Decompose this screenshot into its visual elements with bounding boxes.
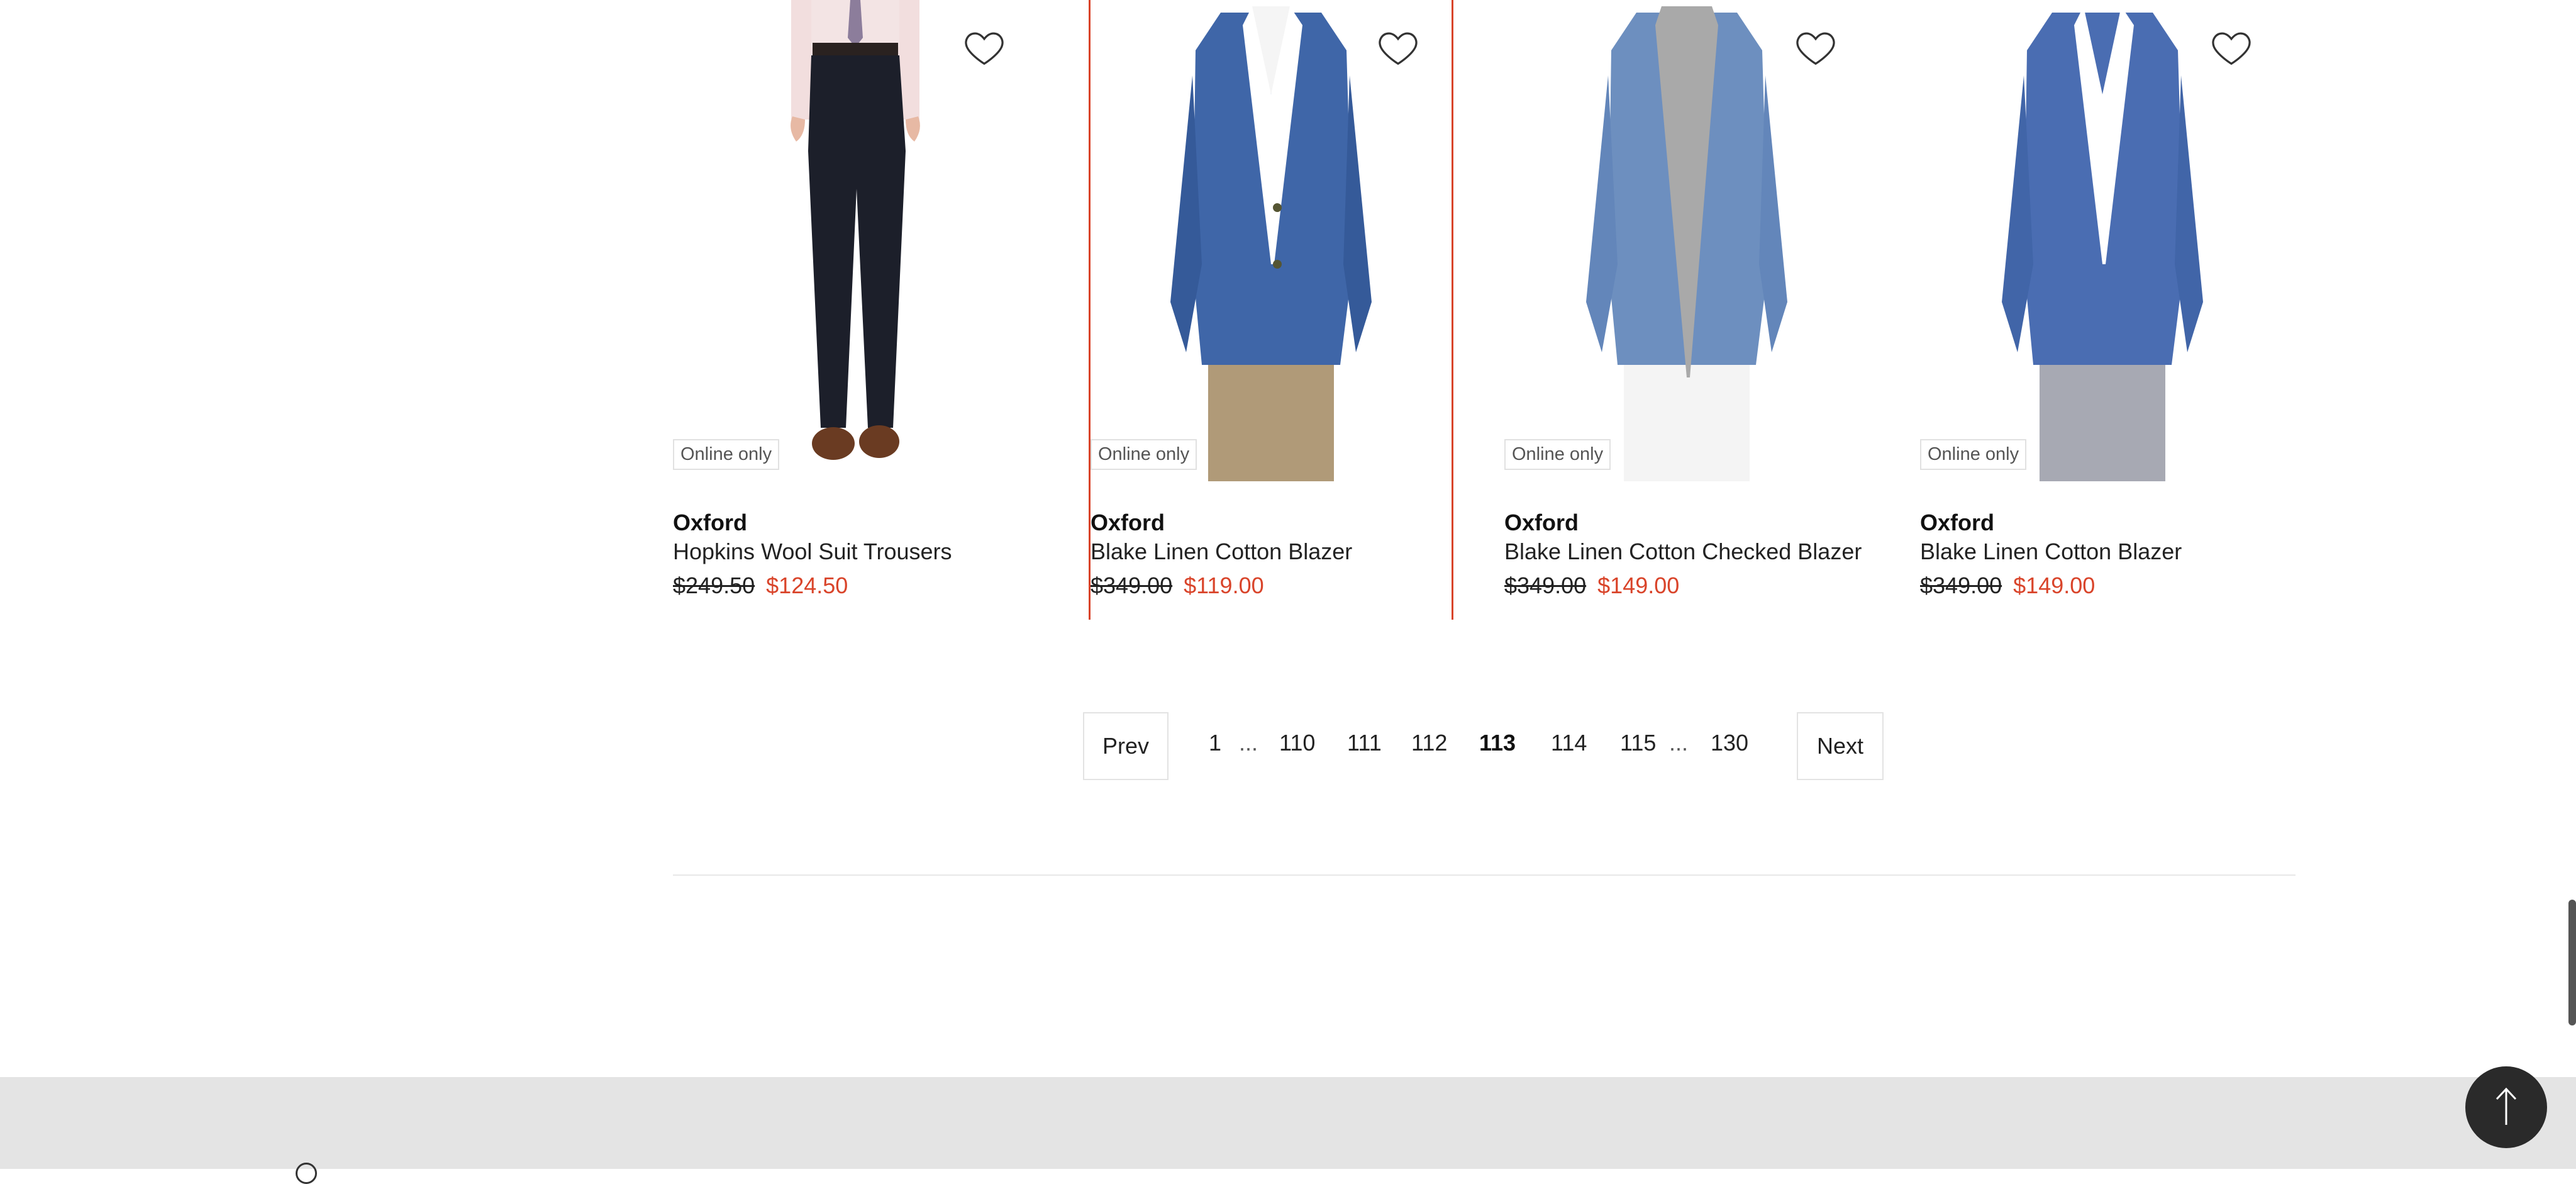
product-card[interactable]: Online only Oxford Hopkins Wool Suit Tro… <box>673 0 1038 620</box>
product-name[interactable]: Blake Linen Cotton Checked Blazer <box>1504 539 1862 565</box>
original-price: $249.50 <box>673 572 755 598</box>
checked-blazer-image <box>1586 6 1787 481</box>
sale-price: $119.00 <box>1184 572 1264 598</box>
product-name[interactable]: Hopkins Wool Suit Trousers <box>673 539 952 565</box>
product-price: $349.00 $149.00 <box>1504 572 1679 599</box>
wishlist-heart-icon[interactable] <box>962 25 1006 69</box>
product-name[interactable]: Blake Linen Cotton Blazer <box>1091 539 1352 565</box>
online-only-badge: Online only <box>1504 439 1611 470</box>
product-card[interactable]: Online only Oxford Blake Linen Cotton Ch… <box>1504 0 1869 620</box>
page-link-111[interactable]: 111 <box>1347 730 1382 756</box>
page-link-110[interactable]: 110 <box>1279 730 1315 756</box>
wishlist-heart-icon[interactable] <box>2209 25 2253 69</box>
product-name[interactable]: Blake Linen Cotton Blazer <box>1920 539 2182 565</box>
pagination-ellipsis: ... <box>1669 730 1689 756</box>
wishlist-heart-icon[interactable] <box>1794 25 1838 69</box>
page-link-current[interactable]: 113 <box>1479 730 1516 756</box>
original-price: $349.00 <box>1920 572 2002 598</box>
prev-page-button[interactable]: Prev <box>1083 712 1169 780</box>
sale-price: $149.00 <box>1597 572 1680 598</box>
next-page-button[interactable]: Next <box>1797 712 1884 780</box>
sale-price: $149.00 <box>2013 572 2096 598</box>
product-image[interactable] <box>673 0 1038 481</box>
back-to-top-button[interactable] <box>2465 1066 2547 1148</box>
product-price: $249.50 $124.50 <box>673 572 848 599</box>
footer-circle-icon <box>296 1163 317 1184</box>
pagination: Prev 1 ... 110 111 112 113 114 115 ... 1… <box>1083 712 1884 780</box>
original-price: $349.00 <box>1091 572 1173 598</box>
pagination-ellipsis: ... <box>1239 730 1258 756</box>
original-price: $349.00 <box>1504 572 1587 598</box>
product-card[interactable]: Online only Oxford Blake Linen Cotton Bl… <box>1920 0 2285 620</box>
product-brand: Oxford <box>673 510 748 535</box>
product-price: $349.00 $149.00 <box>1920 572 2095 599</box>
page-link-112[interactable]: 112 <box>1411 730 1447 756</box>
page-link-130[interactable]: 130 <box>1711 730 1748 756</box>
wishlist-heart-icon[interactable] <box>1376 25 1420 69</box>
blazer-image <box>2002 6 2203 481</box>
product-grid: Online only Oxford Hopkins Wool Suit Tro… <box>673 0 2296 629</box>
footer <box>0 1077 2576 1169</box>
product-price: $349.00 $119.00 <box>1091 572 1264 599</box>
scrollbar-thumb[interactable] <box>2568 900 2576 1025</box>
page-link-1[interactable]: 1 <box>1209 730 1221 756</box>
product-card[interactable]: Online only Oxford Blake Linen Cotton Bl… <box>1089 0 1453 620</box>
product-brand: Oxford <box>1504 510 1579 535</box>
online-only-badge: Online only <box>673 439 780 470</box>
blazer-image <box>1170 6 1372 481</box>
online-only-badge: Online only <box>1091 439 1197 470</box>
product-image[interactable] <box>1504 0 1869 481</box>
page-link-114[interactable]: 114 <box>1551 730 1587 756</box>
online-only-badge: Online only <box>1920 439 2027 470</box>
product-image[interactable] <box>1091 0 1452 481</box>
product-brand: Oxford <box>1920 510 1995 535</box>
product-brand: Oxford <box>1091 510 1165 535</box>
product-image[interactable] <box>1920 0 2285 481</box>
page-link-115[interactable]: 115 <box>1620 730 1656 756</box>
arrow-up-icon <box>2490 1084 2522 1131</box>
sale-price: $124.50 <box>766 572 848 598</box>
trousers-image <box>791 0 920 460</box>
section-divider <box>673 874 2296 876</box>
